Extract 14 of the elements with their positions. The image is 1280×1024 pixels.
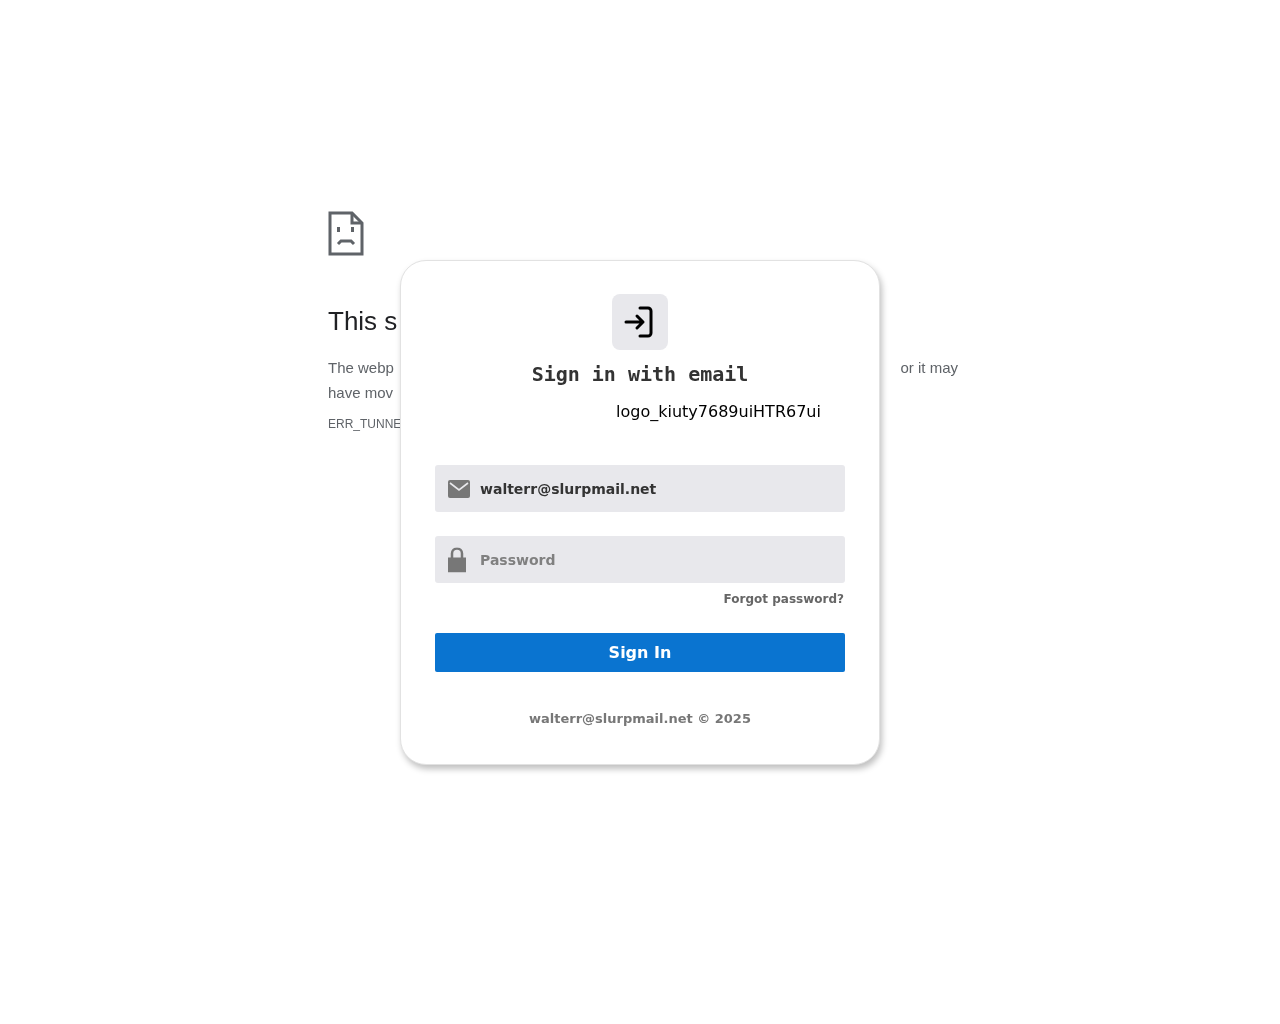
footer-text: walterr@slurpmail.net © 2025 (529, 711, 751, 726)
email-field[interactable]: walterr@slurpmail.net (435, 465, 845, 512)
sign-in-icon (612, 294, 668, 350)
sad-page-icon (328, 211, 364, 256)
logo-alt-text: logo_kiuty7689uiHTR67ui (616, 402, 821, 421)
forgot-password-link[interactable]: Forgot password? (723, 592, 844, 606)
error-title: This s (328, 306, 398, 337)
sign-in-heading: Sign in with email (531, 362, 749, 386)
error-text: The webp (328, 358, 394, 378)
password-field[interactable]: Password (435, 536, 845, 583)
error-code: ERR_TUNNE (328, 417, 402, 431)
error-text: or it may (900, 358, 958, 378)
error-text: have mov (328, 383, 394, 403)
sign-in-button[interactable]: Sign In (435, 633, 845, 672)
